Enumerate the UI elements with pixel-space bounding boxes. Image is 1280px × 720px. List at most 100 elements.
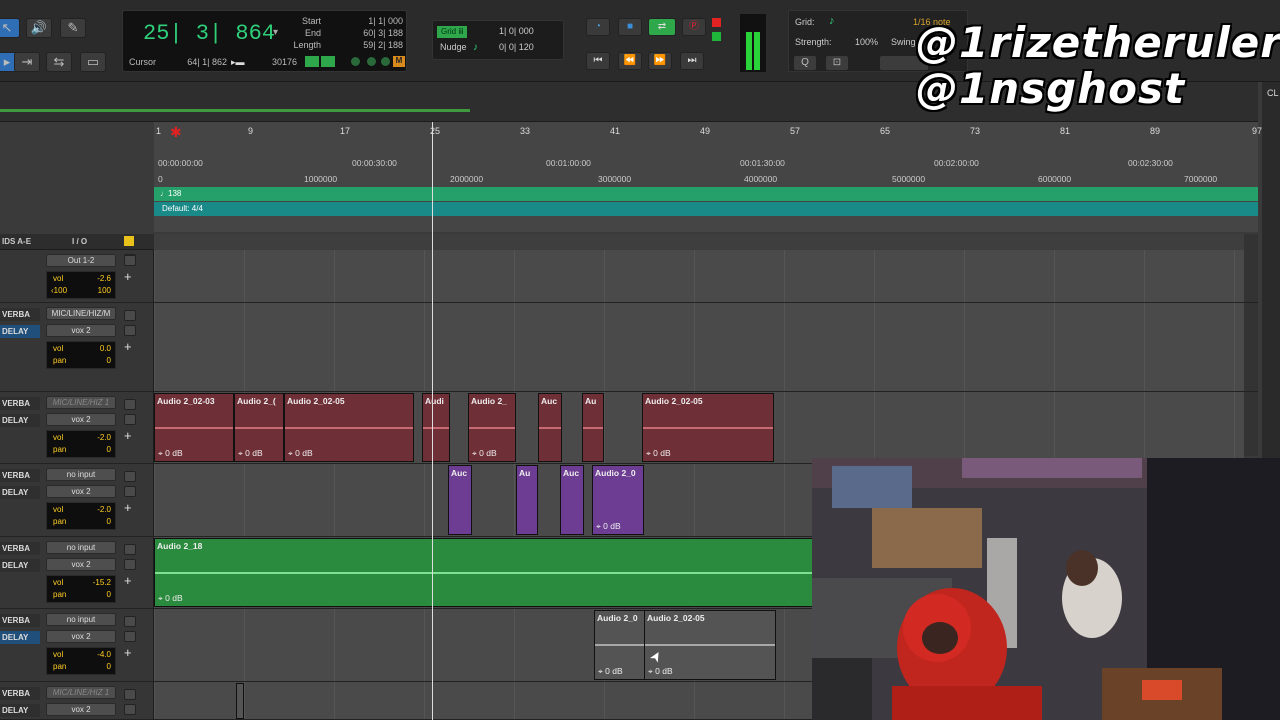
track-row[interactable]: VERBA DELAY MIC/LINE/HIZ/M vox 2 vol 0.0 pan… [0,303,1258,392]
insert-icon[interactable] [124,471,136,482]
clip-gain[interactable]: ⌖ 0 dB [598,666,623,677]
send-slot[interactable]: VERBA [0,308,40,321]
send-slot[interactable]: DELAY [0,704,40,717]
pan-value[interactable]: 0 [107,445,111,454]
list-icon[interactable] [124,704,136,715]
audio-clip[interactable]: Audio 2_18 ⌖ 0 dB [154,538,814,607]
stop-icon[interactable]: ■ [618,18,642,36]
send-slot[interactable]: VERBA [0,397,40,410]
clip-gain[interactable]: ⌖ 0 dB [238,448,263,459]
audio-clip[interactable]: Audio 2_02-03 ⌖ 0 dB [154,393,234,462]
grid-toggle[interactable]: Grid ⅲ [437,26,468,38]
audio-clip[interactable]: Audio 2_02-05 ⌖ 0 dB [642,393,774,462]
pan-right-value[interactable]: 100 [98,286,111,295]
input-selector[interactable]: MIC/LINE/HIZ/M [46,307,116,320]
clip-gain[interactable]: ⌖ 0 dB [596,521,621,532]
audio-clip[interactable] [236,683,244,719]
clip-list-panel[interactable]: CL [1262,82,1280,458]
list-icon[interactable] [124,631,136,642]
audio-clip[interactable]: Au [582,393,604,462]
clip-gain[interactable]: ⌖ 0 dB [646,448,671,459]
tempo-ruler[interactable]: ♩138 [154,187,1258,201]
list-icon[interactable] [124,486,136,497]
rewind-icon[interactable]: ⏪ [618,52,642,70]
volume-pan-box[interactable]: vol -15.2 pan 0 [46,575,116,603]
insert-icon[interactable] [124,689,136,700]
pan-left-value[interactable]: ‹100 [51,286,67,295]
volume-pan-box[interactable]: vol -4.0 pan 0 [46,647,116,675]
send-slot[interactable]: DELAY [0,559,40,572]
audio-clip[interactable]: Audio 2_02-05 ⌖ 0 dB [644,610,776,680]
output-selector[interactable]: vox 2 [46,630,116,643]
add-icon[interactable]: + [124,645,132,660]
pencil-icon[interactable]: ✎ [60,18,86,38]
end-value[interactable]: 60| 3| 188 [333,28,403,38]
chevron-down-icon[interactable]: ▾ [273,27,278,38]
track-playlist[interactable] [154,250,1244,302]
add-icon[interactable]: + [124,428,132,443]
go-to-end-icon[interactable]: ⏭ [680,52,704,70]
audio-clip[interactable]: Audio 2_0 ⌖ 0 dB [592,465,644,535]
audio-clip[interactable]: Audio 2_ ⌖ 0 dB [468,393,516,462]
output-selector[interactable]: Out 1-2 [46,254,116,267]
volume-value[interactable]: -2.0 [97,433,111,442]
fast-forward-icon[interactable]: ⏩ [648,52,672,70]
volume-value[interactable]: -2.6 [97,274,111,283]
nudge-label[interactable]: Nudge [440,42,467,52]
output-selector[interactable]: vox 2 [46,703,116,716]
send-slot[interactable]: DELAY [0,325,40,338]
loop-icon[interactable]: ◔ [586,18,610,36]
insert-icon[interactable] [124,616,136,627]
audio-clip[interactable]: Audi [422,393,450,462]
strength-value[interactable]: 100% [855,37,878,47]
insert-icon[interactable] [124,399,136,410]
volume-pan-box[interactable]: vol -2.6 ‹100 100 [46,271,116,299]
send-slot[interactable]: VERBA [0,614,40,627]
input-selector[interactable]: no input [46,613,116,626]
clip-gain[interactable]: ⌖ 0 dB [472,448,497,459]
list-icon[interactable] [124,414,136,425]
add-icon[interactable]: + [124,339,132,354]
add-icon[interactable]: + [124,573,132,588]
clip-gain[interactable]: ⌖ 0 dB [648,666,673,677]
audio-clip[interactable]: Auc [560,465,584,535]
pan-value[interactable]: 0 [107,517,111,526]
length-value[interactable]: 59| 2| 188 [333,40,403,50]
send-slot[interactable]: DELAY [0,414,40,427]
start-value[interactable]: 1| 1| 000 [333,16,403,26]
audio-clip[interactable]: Auc [538,393,562,462]
volume-value[interactable]: -15.2 [93,578,111,587]
output-selector[interactable]: vox 2 [46,324,116,337]
meter-ruler[interactable]: Default: 4/4 [154,202,1258,216]
clip-gain[interactable]: ⌖ 0 dB [158,448,183,459]
midi-icon[interactable]: M [393,56,405,67]
audio-clip[interactable]: Au [516,465,538,535]
audio-clip[interactable]: Auc [448,465,472,535]
sync-icon[interactable] [305,56,319,67]
add-icon[interactable]: + [124,269,132,284]
pan-value[interactable]: 0 [107,356,111,365]
track-row[interactable]: Out 1-2 vol -2.6 ‹100 100 + [0,250,1258,303]
output-selector[interactable]: vox 2 [46,485,116,498]
nudge-value[interactable]: 0| 0| 120 [499,42,534,52]
selection-link-icon[interactable]: ⇆ [46,52,72,72]
link-icon[interactable]: ⇥ [14,52,40,72]
track-playlist[interactable] [154,303,1244,391]
insert-icon[interactable] [124,310,136,321]
send-slot[interactable]: DELAY [0,631,40,644]
track-row[interactable]: VERBA DELAY MIC/LINE/HIZ 1 vox 2 vol -2.0 pa… [0,392,1258,464]
record-icon[interactable] [712,18,721,27]
pan-value[interactable]: 0 [107,662,111,671]
clip-gain[interactable]: ⌖ 0 dB [158,593,183,604]
pan-value[interactable]: 0 [107,590,111,599]
online-icon[interactable] [712,32,721,41]
volume-pan-box[interactable]: vol -2.0 pan 0 [46,430,116,458]
volume-pan-box[interactable]: vol -2.0 pan 0 [46,502,116,530]
audio-clip[interactable]: Audio 2_0 ⌖ 0 dB [594,610,646,680]
zoom-icon[interactable]: ⊡ [825,55,849,71]
speaker-icon[interactable]: 🔊 [26,18,52,38]
list-icon[interactable] [124,325,136,336]
rewind-to-start-icon[interactable]: ⏮ [586,52,610,70]
send-slot[interactable]: DELAY [0,486,40,499]
prerecord-icon[interactable]: Ⓟ [682,18,706,36]
